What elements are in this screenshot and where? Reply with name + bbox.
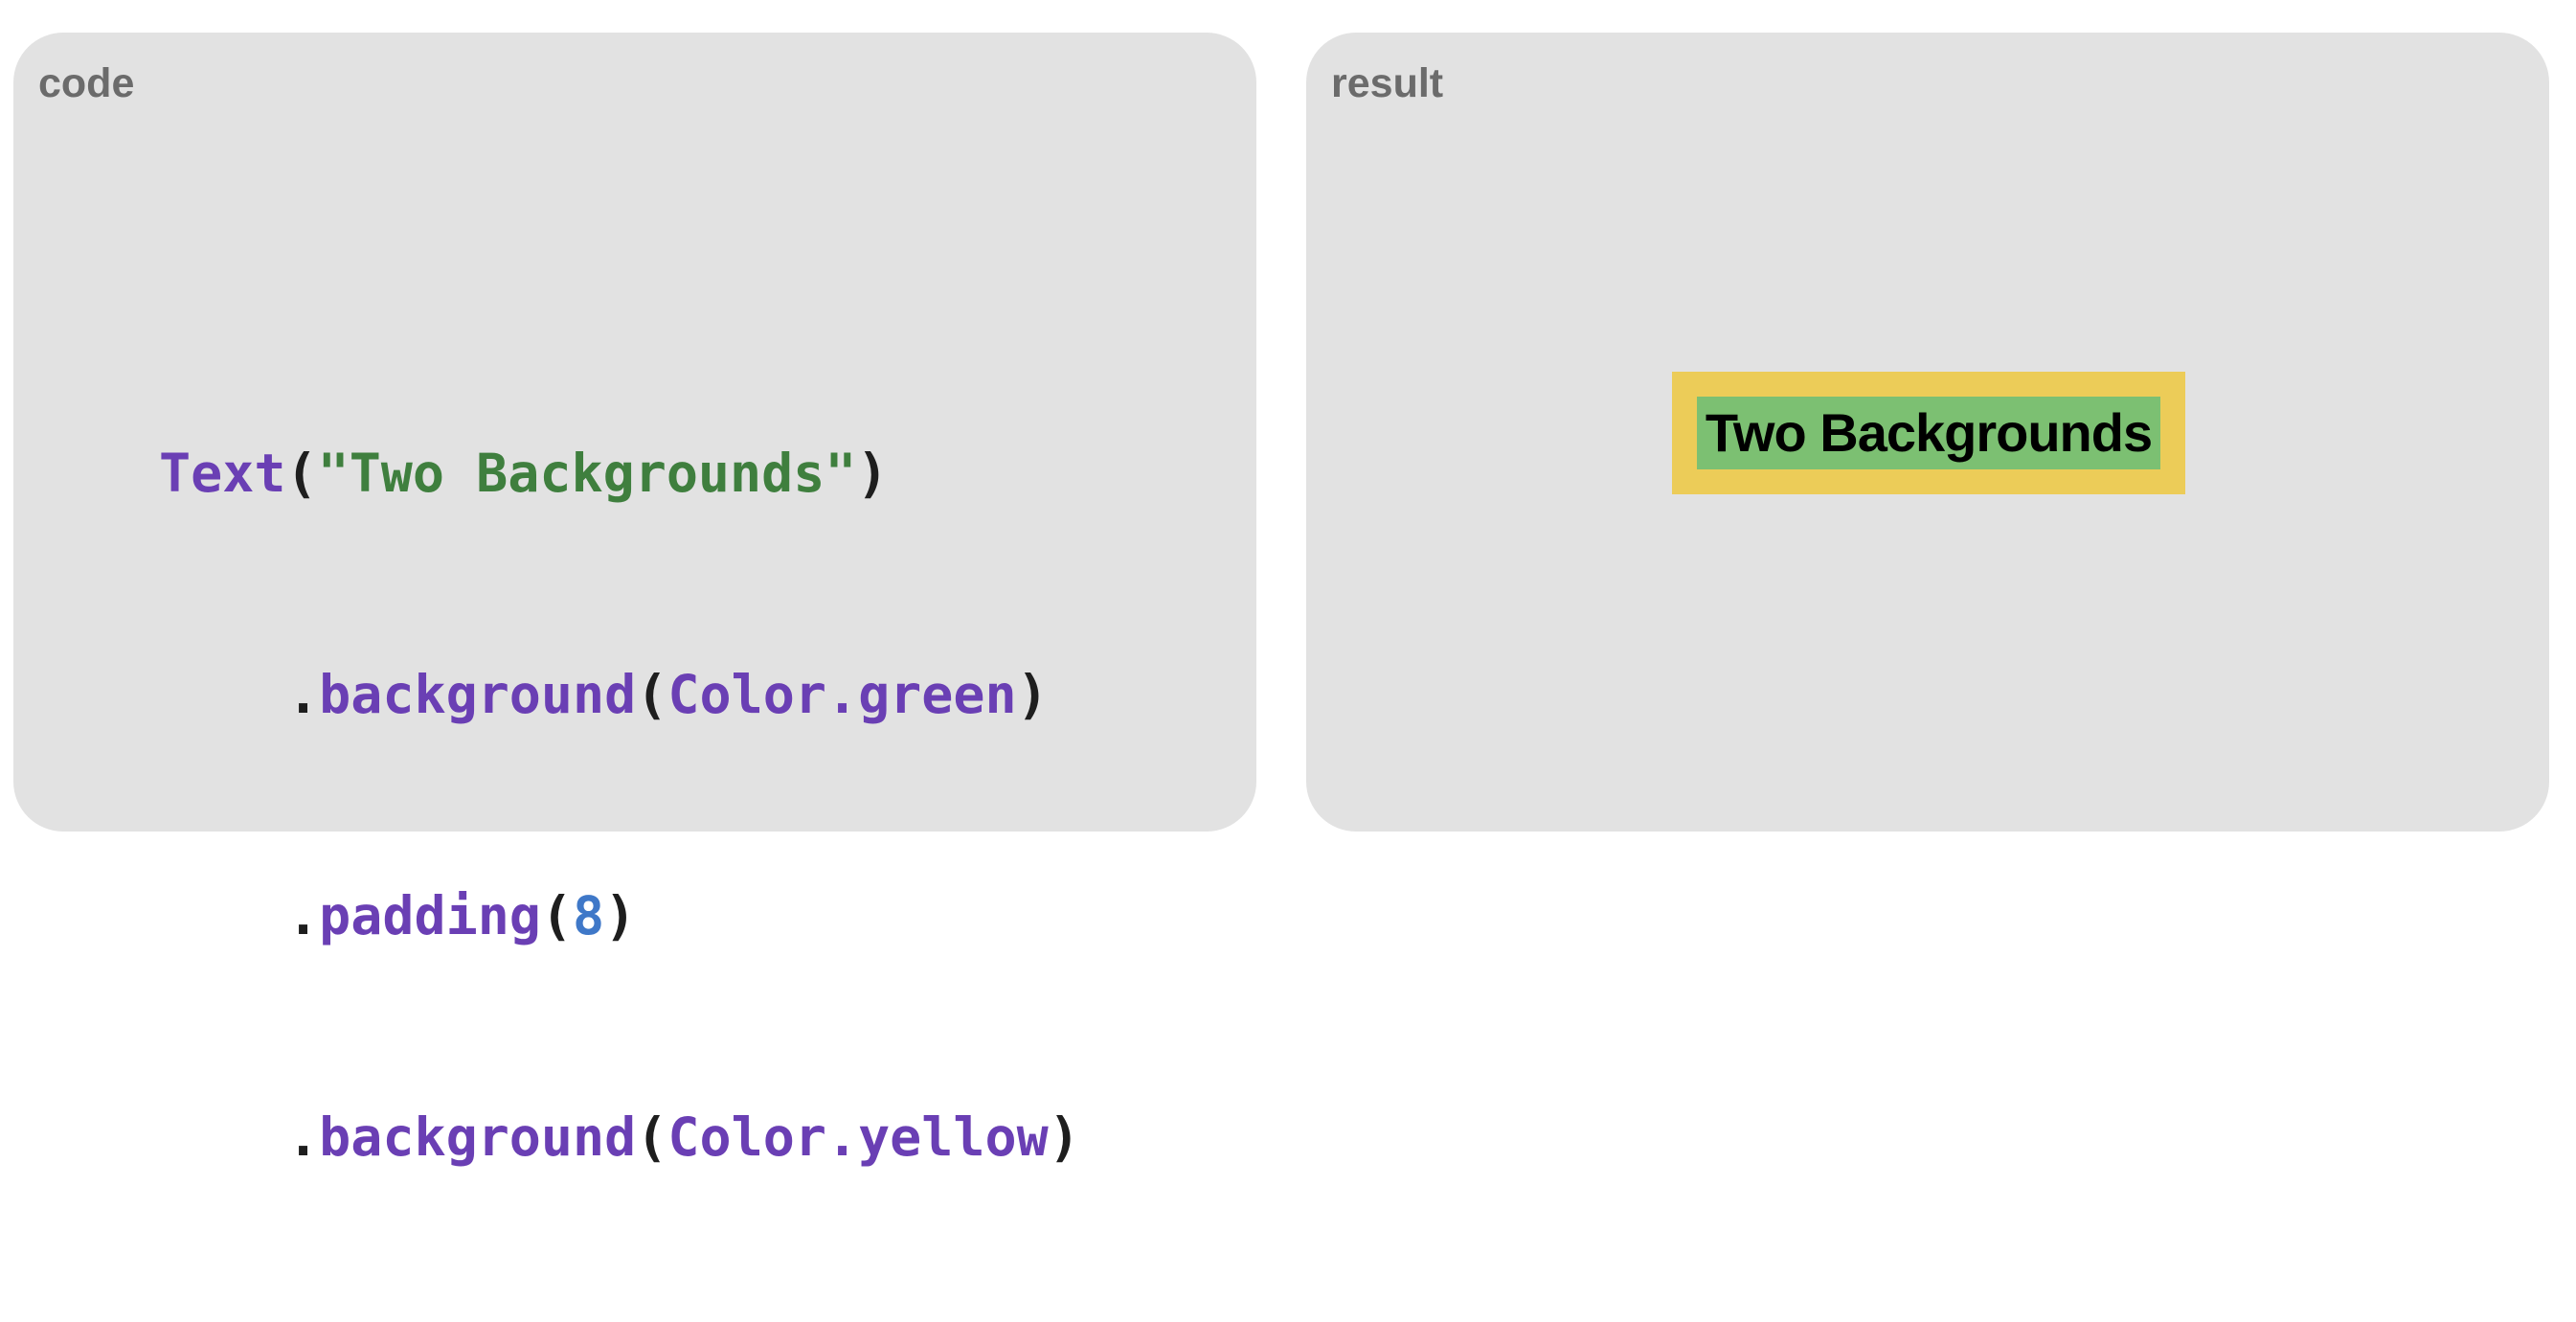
code-token: .: [287, 885, 320, 946]
code-panel: code Text("Two Backgrounds") .background…: [13, 33, 1256, 1168]
code-token: Text: [159, 443, 286, 504]
result-panel-label: result: [1331, 60, 1444, 106]
code-token: ): [1048, 1106, 1080, 1168]
code-token: background: [319, 664, 637, 725]
code-token: .: [287, 1106, 320, 1168]
code-token: 8: [573, 885, 605, 946]
yellow-background: Two Backgrounds: [1672, 372, 2185, 494]
preview-text: Two Backgrounds: [1705, 402, 2153, 463]
code-token: ): [604, 885, 637, 946]
code-token: ): [856, 443, 889, 504]
green-background: Two Backgrounds: [1697, 397, 2160, 469]
code-token: ): [1016, 664, 1049, 725]
code-line-text: Text("Two Backgrounds"): [159, 437, 1080, 511]
code-token: (: [636, 1106, 668, 1168]
code-token: Color.green: [667, 664, 1017, 725]
code-line-background-green: .background(Color.green): [159, 658, 1080, 732]
code-token: background: [319, 1106, 637, 1168]
code-token: Color.yellow: [667, 1106, 1049, 1168]
result-panel: result Two Backgrounds: [1306, 33, 2549, 832]
code-block: Text("Two Backgrounds") .background(Colo…: [159, 289, 1080, 1322]
code-token: (: [285, 443, 318, 504]
code-token: "Two Backgrounds": [317, 443, 857, 504]
code-token: .: [287, 664, 320, 725]
code-token: (: [636, 664, 668, 725]
code-line-padding: .padding(8): [159, 879, 1080, 953]
code-panel-label: code: [38, 60, 135, 106]
code-token: padding: [319, 885, 541, 946]
code-line-background-yellow: .background(Color.yellow): [159, 1101, 1080, 1174]
code-token: (: [540, 885, 574, 946]
